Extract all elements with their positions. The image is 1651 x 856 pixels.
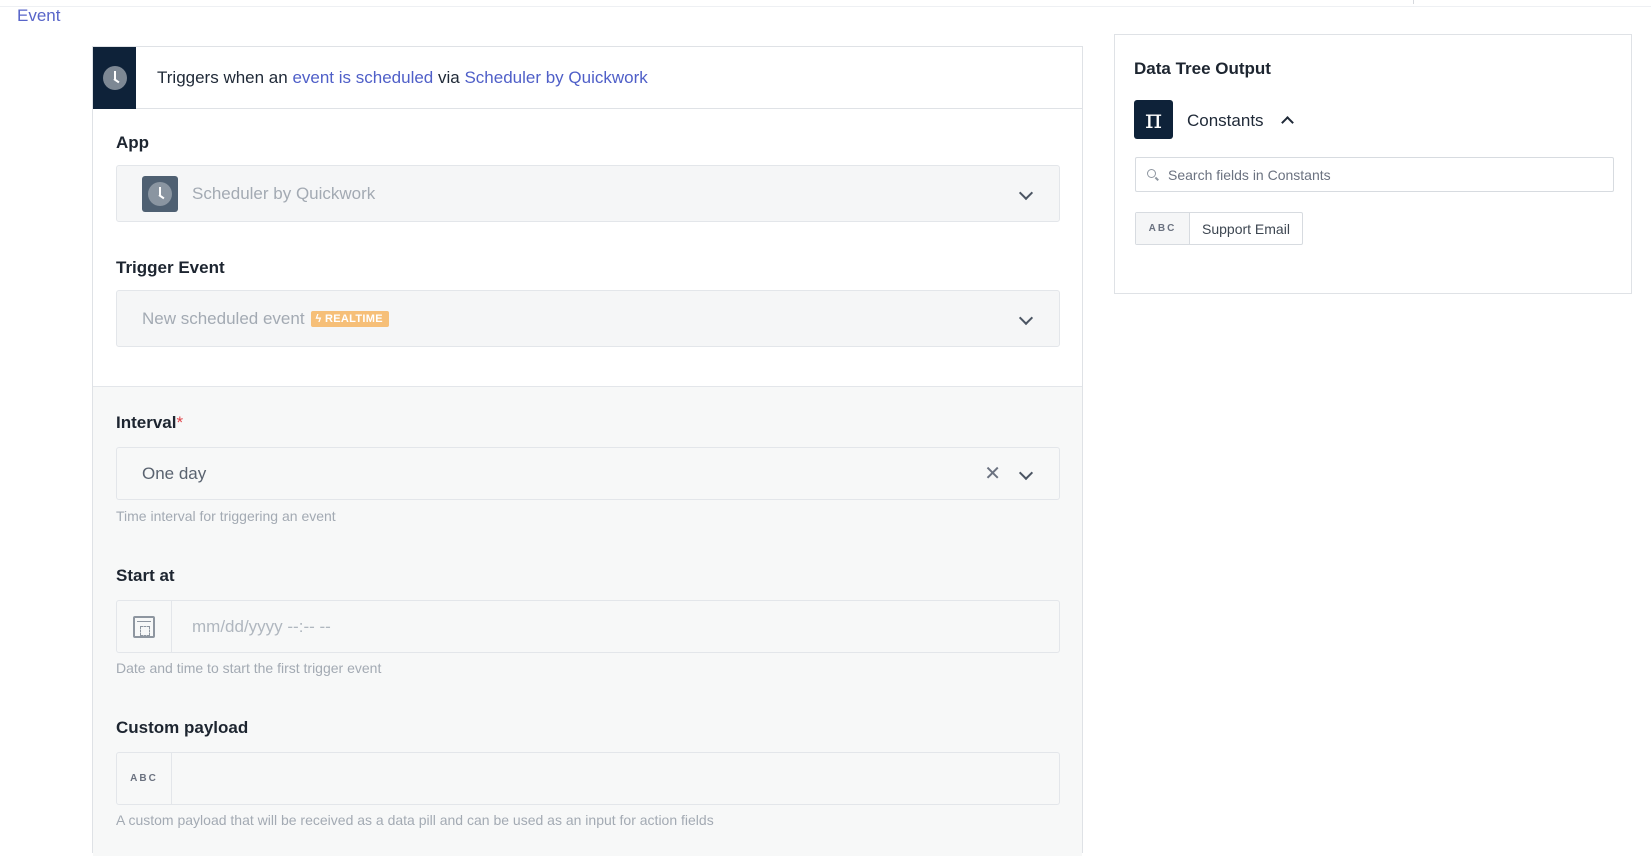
trigger-prefix: Triggers when an — [157, 68, 293, 87]
constants-group-label[interactable]: Constants — [1187, 111, 1264, 131]
start-at-prefix — [117, 601, 172, 652]
top-divider — [0, 6, 1651, 7]
chevron-down-icon[interactable] — [1018, 185, 1034, 201]
trigger-banner: Triggers when an event is scheduled via … — [93, 47, 1082, 109]
start-at-input[interactable]: mm/dd/yyyy --:-- -- — [116, 600, 1060, 653]
trigger-event-value: New scheduled event ϟ REALTIME — [142, 309, 389, 329]
custom-payload-helper: A custom payload that will be received a… — [116, 812, 714, 828]
start-at-label: Start at — [116, 566, 175, 585]
pill-label: Support Email — [1202, 220, 1290, 237]
trigger-event-select[interactable]: New scheduled event ϟ REALTIME — [116, 290, 1060, 347]
constants-search-input[interactable] — [1168, 158, 1608, 191]
custom-payload-input[interactable]: ABC — [116, 752, 1060, 805]
trigger-event-label: Trigger Event — [116, 258, 225, 277]
text-type-tag: ABC — [130, 773, 158, 784]
event-link[interactable]: event is scheduled — [292, 68, 433, 87]
app-select[interactable]: Scheduler by Quickwork — [116, 165, 1060, 222]
interval-label-text: Interval — [116, 413, 177, 432]
app-select-value: Scheduler by Quickwork — [192, 184, 376, 203]
calendar-clock-icon — [133, 615, 155, 638]
lightning-icon: ϟ — [315, 313, 326, 325]
interval-helper: Time interval for triggering an event — [116, 508, 336, 524]
app-section: App Scheduler by Quickwork Trigger Event… — [93, 109, 1082, 386]
realtime-badge: ϟ REALTIME — [310, 311, 389, 327]
data-tree-title: Data Tree Output — [1134, 59, 1271, 78]
start-at-placeholder: mm/dd/yyyy --:-- -- — [192, 617, 331, 636]
trigger-via: via — [433, 68, 465, 87]
top-divider-tick — [1413, 0, 1414, 4]
app-label: App — [116, 133, 150, 152]
data-pill[interactable]: ABC Support Email — [1135, 212, 1303, 245]
custom-payload-type: ABC — [117, 753, 172, 804]
event-tab[interactable]: Event — [17, 6, 60, 26]
constants-search[interactable] — [1135, 157, 1614, 192]
trigger-event-text: New scheduled event — [142, 309, 305, 328]
pill-type: ABC — [1136, 213, 1190, 244]
interval-label: Interval* — [116, 413, 183, 433]
scheduler-app-icon — [142, 176, 178, 212]
clock-icon — [148, 182, 172, 206]
search-icon — [1147, 169, 1156, 178]
app-link[interactable]: Scheduler by Quickwork — [464, 68, 647, 87]
custom-payload-label: Custom payload — [116, 718, 249, 737]
chevron-down-icon[interactable] — [1018, 465, 1034, 481]
required-mark: * — [176, 413, 184, 432]
realtime-badge-label: REALTIME — [325, 313, 383, 325]
trigger-icon-box — [93, 47, 136, 109]
clear-icon[interactable]: ✕ — [984, 464, 1001, 484]
chevron-up-icon[interactable] — [1281, 116, 1294, 129]
interval-value: One day — [142, 464, 207, 483]
start-at-helper: Date and time to start the first trigger… — [116, 660, 382, 676]
pi-icon: π — [1134, 100, 1173, 139]
data-tree-panel: Data Tree Output π Constants ABC Support… — [1114, 34, 1632, 294]
chevron-down-icon[interactable] — [1018, 310, 1034, 326]
text-type-tag: ABC — [1148, 223, 1177, 234]
interval-select[interactable]: One day ✕ — [116, 447, 1060, 500]
trigger-description: Triggers when an event is scheduled via … — [157, 68, 648, 88]
clock-icon — [102, 66, 127, 90]
trigger-config-panel: Triggers when an event is scheduled via … — [92, 46, 1083, 856]
trigger-inputs-section: Interval* One day ✕ Time interval for tr… — [93, 386, 1082, 856]
